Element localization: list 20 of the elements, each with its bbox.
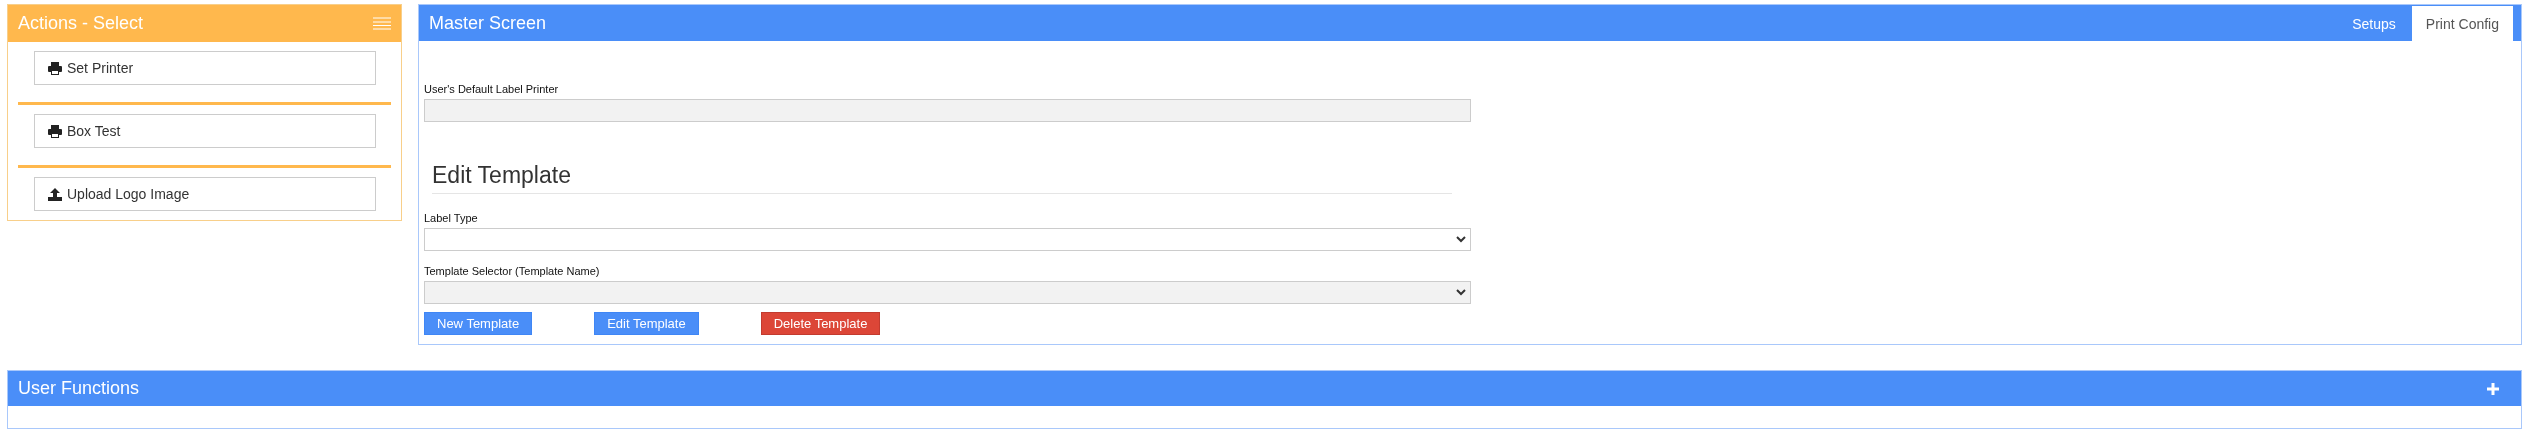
field-label: User's Default Label Printer — [424, 83, 560, 95]
plus-icon[interactable] — [2487, 382, 2499, 395]
printer-icon — [48, 124, 62, 138]
action-button[interactable]: Upload Logo Image — [34, 177, 376, 211]
field-label: Template Selector (Template Name) — [424, 265, 601, 277]
panel-title: Master Screen — [429, 12, 547, 34]
section-heading: Edit Template — [432, 162, 1452, 194]
chevron-down-icon — [1456, 289, 1466, 296]
delete-button[interactable]: Delete Template — [760, 312, 881, 335]
select-field[interactable] — [424, 228, 1471, 251]
menu-icon[interactable] — [373, 17, 391, 30]
panel-title: User Functions — [18, 378, 140, 399]
action-button[interactable]: Set Printer — [34, 51, 376, 85]
tab[interactable]: Print Config — [2411, 6, 2513, 41]
field-label: Label Type — [424, 212, 479, 224]
upload-icon — [48, 187, 62, 201]
action-button[interactable]: Box Test — [34, 114, 376, 148]
chevron-down-icon — [1456, 236, 1466, 243]
panel-title: Actions - Select — [18, 13, 144, 34]
printer-icon — [48, 61, 62, 75]
